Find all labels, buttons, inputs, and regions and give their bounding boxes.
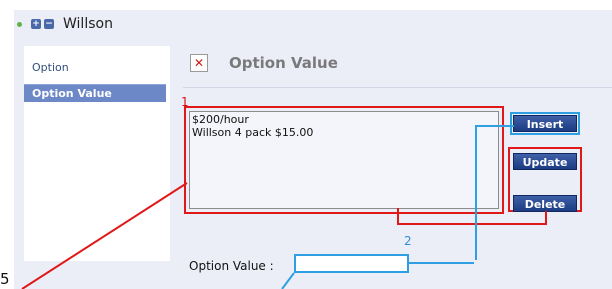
sidebar-item-option[interactable]: Option	[24, 59, 166, 77]
update-button[interactable]: Update	[513, 153, 577, 170]
page-title: Option Value	[229, 54, 338, 72]
sidebar: Option Option Value	[24, 46, 170, 261]
close-box-icon: ✕	[190, 54, 208, 72]
edge-glyph: 5	[0, 270, 10, 288]
breadcrumb-label[interactable]: Willson	[63, 16, 113, 32]
heading-divider	[183, 87, 612, 88]
list-item[interactable]: Willson 4 pack $15.00	[192, 126, 496, 139]
sidebar-item-option-value[interactable]: Option Value	[24, 84, 166, 102]
breadcrumb: + − Willson	[17, 14, 113, 34]
delete-button[interactable]: Delete	[513, 195, 577, 212]
insert-button[interactable]: Insert	[510, 112, 580, 135]
list-item[interactable]: $200/hour	[192, 113, 496, 126]
option-value-listbox[interactable]: $200/hour Willson 4 pack $15.00	[189, 111, 499, 209]
plus-square-icon[interactable]: +	[31, 19, 41, 29]
annotation-number-2: 2	[404, 234, 412, 248]
option-value-input[interactable]	[294, 254, 409, 273]
option-value-label: Option Value :	[189, 259, 274, 273]
bullet-icon	[17, 21, 22, 27]
minus-square-icon[interactable]: −	[44, 19, 54, 29]
